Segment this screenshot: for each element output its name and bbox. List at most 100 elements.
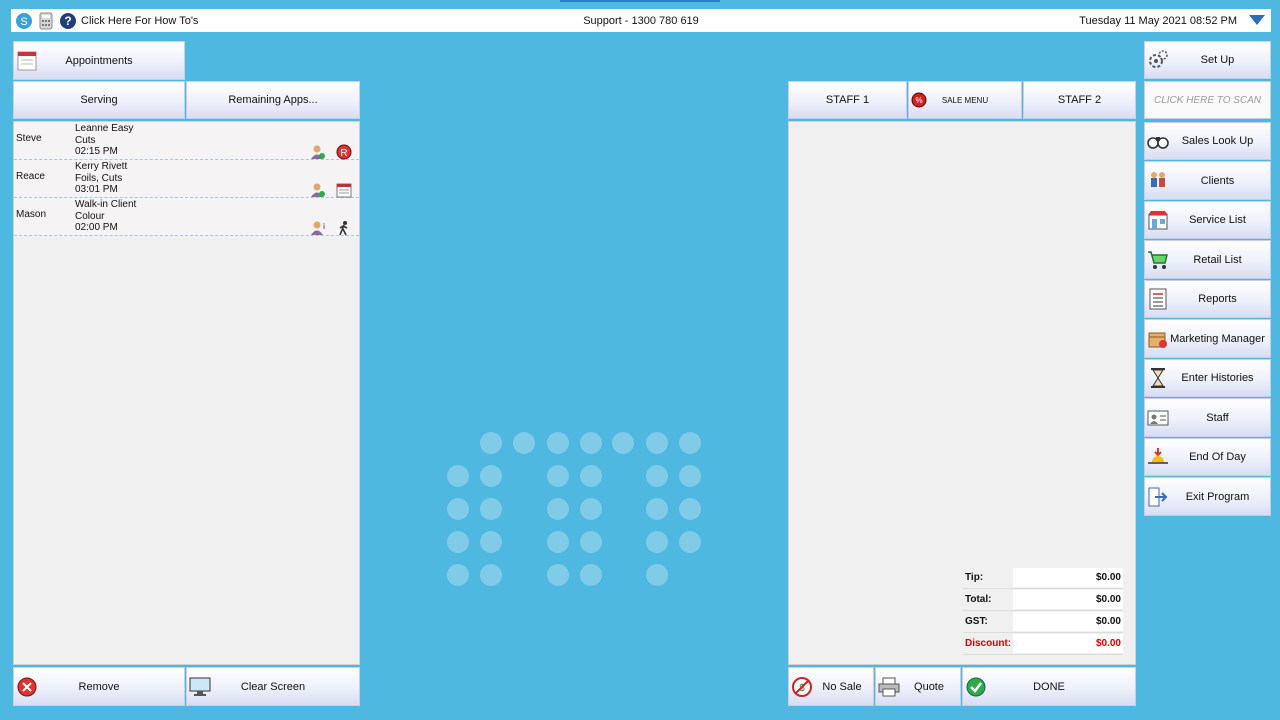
calculator-icon[interactable] — [37, 12, 55, 30]
staff2-label: STAFF 2 — [1057, 94, 1102, 106]
exit-icon — [1147, 486, 1169, 508]
staff2-button[interactable]: STAFF 2 — [1023, 81, 1136, 119]
appt-service: Foils, Cuts — [75, 172, 123, 184]
appointments-label: Appointments — [65, 54, 133, 67]
appt-details: Kerry Rivett Foils, Cuts 03:01 PM — [75, 161, 127, 196]
appt-service: Colour — [75, 210, 105, 222]
sale-menu-label: SALE MENU — [941, 95, 989, 105]
marketing-icon — [1147, 328, 1169, 350]
scan-field[interactable]: CLICK HERE TO SCAN — [1144, 81, 1271, 119]
dropdown-triangle-icon[interactable] — [1247, 12, 1267, 28]
appointment-book-icon — [16, 50, 38, 72]
menu-label: Staff — [1206, 411, 1229, 424]
gst-value: $0.00 — [1013, 612, 1123, 631]
list-item[interactable]: Mason Walk-in Client Colour 02:00 PM i — [14, 198, 359, 236]
clients-icon — [1147, 170, 1169, 192]
total-value: $0.00 — [1013, 590, 1123, 609]
appt-time: 02:15 PM — [75, 146, 118, 157]
sunset-icon — [1147, 446, 1169, 468]
no-sale-label: No Sale — [822, 680, 862, 693]
clients-button[interactable]: Clients — [1144, 161, 1271, 200]
done-label: DONE — [1033, 680, 1065, 693]
service-list-button[interactable]: Service List — [1144, 201, 1271, 239]
sales-lookup-button[interactable]: Sales Look Up — [1144, 122, 1271, 160]
exit-program-button[interactable]: Exit Program — [1144, 477, 1271, 516]
menu-label: Exit Program — [1185, 490, 1250, 503]
list-item[interactable]: Steve Leanne Easy Cuts 02:15 PM R — [14, 122, 359, 160]
total-label: Total: — [965, 594, 992, 605]
percent-badge-icon: % — [911, 92, 927, 108]
reports-button[interactable]: Reports — [1144, 280, 1271, 318]
menu-label: Service List — [1189, 214, 1246, 226]
list-item[interactable]: Reace Kerry Rivett Foils, Cuts 03:01 PM — [14, 160, 359, 198]
appointments-button[interactable]: Appointments — [13, 41, 185, 80]
appt-client-name: Walk-in Client — [75, 199, 137, 210]
menu-label: Reports — [1198, 293, 1237, 305]
clear-screen-button[interactable]: Clear Screen — [186, 667, 360, 706]
howto-link[interactable]: Click Here For How To's — [81, 15, 198, 27]
gear-icon — [1147, 49, 1169, 71]
menu-label: Clients — [1200, 174, 1235, 187]
done-button[interactable]: DONE — [962, 667, 1136, 706]
remaining-apps-tab[interactable]: Remaining Apps... — [186, 81, 360, 119]
help-icon[interactable]: ? — [59, 12, 77, 30]
svg-text:S: S — [20, 16, 27, 28]
top-bar: S ? Click Here For How To's Support - 13… — [11, 9, 1271, 32]
client-booked-icon[interactable] — [310, 182, 326, 198]
serving-tab[interactable]: Serving — [13, 81, 185, 119]
menu-label: Enter Histories — [1181, 372, 1254, 384]
menu-label: Retail List — [1193, 253, 1242, 266]
retail-list-button[interactable]: Retail List — [1144, 240, 1271, 279]
serving-list: Steve Leanne Easy Cuts 02:15 PM R Reace … — [13, 121, 360, 665]
appt-staff: Mason — [16, 209, 47, 220]
marketing-manager-button[interactable]: Marketing Manager — [1144, 319, 1271, 358]
appt-details: Leanne Easy Cuts 02:15 PM — [75, 123, 133, 158]
hourglass-icon — [1147, 367, 1169, 389]
svg-text:R: R — [340, 148, 347, 159]
discount-label: Discount: — [965, 638, 1012, 649]
no-sale-button[interactable]: $ No Sale — [788, 667, 874, 706]
staff-card-icon — [1147, 407, 1169, 429]
tip-value: $0.00 — [1013, 568, 1123, 587]
appt-time: 02:00 PM — [75, 222, 118, 233]
staff1-button[interactable]: STAFF 1 — [788, 81, 907, 119]
shop-icon — [1147, 209, 1169, 231]
remove-button[interactable]: Remove — [13, 667, 185, 706]
calendar-icon[interactable] — [336, 182, 352, 198]
staff1-label: STAFF 1 — [825, 94, 870, 106]
totals-box: Tip: $0.00 Total: $0.00 GST: $0.00 Disco… — [963, 567, 1123, 655]
setup-label: Set Up — [1200, 54, 1235, 66]
appt-details: Walk-in Client Colour 02:00 PM — [75, 199, 136, 234]
tip-row: Tip: $0.00 — [963, 567, 1123, 589]
setup-button[interactable]: Set Up — [1144, 41, 1271, 79]
tip-label: Tip: — [965, 572, 984, 583]
app-logo-icon[interactable]: S — [15, 12, 33, 30]
date-time: Tuesday 11 May 2021 08:52 PM — [1079, 14, 1237, 27]
discount-value: $0.00 — [1013, 634, 1123, 653]
check-icon — [965, 676, 987, 698]
no-sale-icon: $ — [791, 676, 813, 698]
walk-in-icon[interactable] — [336, 220, 352, 236]
cart-icon — [1147, 249, 1169, 271]
appt-staff: Steve — [16, 133, 42, 144]
remaining-apps-label: Remaining Apps... — [228, 94, 318, 106]
remove-label: Remove — [78, 680, 120, 693]
clear-screen-label: Clear Screen — [240, 680, 306, 693]
r-badge-icon[interactable]: R — [336, 144, 352, 160]
staff-button[interactable]: Staff — [1144, 398, 1271, 437]
sale-menu-button[interactable]: % SALE MENU — [908, 81, 1022, 119]
report-icon — [1147, 288, 1169, 310]
total-row: Total: $0.00 — [963, 589, 1123, 611]
menu-label: Sales Look Up — [1181, 135, 1254, 147]
printer-icon — [878, 676, 900, 698]
discount-row: Discount: $0.00 — [963, 633, 1123, 655]
appt-client-name: Leanne Easy — [75, 123, 134, 134]
appt-time: 03:01 PM — [75, 184, 118, 195]
monitor-icon — [189, 676, 211, 698]
client-info-icon[interactable]: i — [310, 220, 326, 236]
end-of-day-button[interactable]: End Of Day — [1144, 438, 1271, 476]
client-booked-icon[interactable] — [310, 144, 326, 160]
quote-button[interactable]: Quote — [875, 667, 961, 706]
enter-histories-button[interactable]: Enter Histories — [1144, 359, 1271, 397]
serving-label: Serving — [80, 94, 118, 106]
